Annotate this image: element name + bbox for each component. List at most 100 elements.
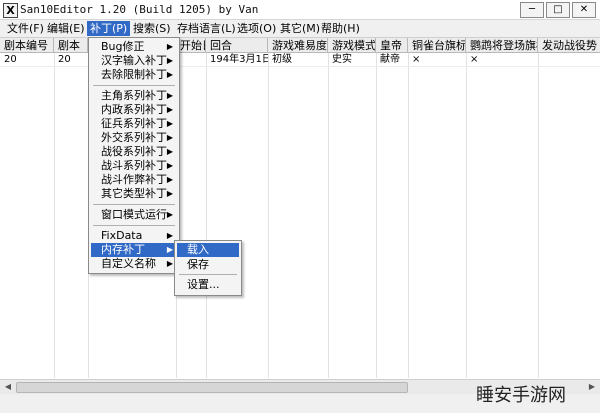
submenu-arrow-icon: ▶ — [166, 161, 173, 170]
app-icon: X — [3, 3, 18, 18]
title-bar: X San10Editor 1.20 (Build 1205) by Van ─… — [0, 0, 600, 20]
grid-line — [376, 53, 377, 378]
menu-item-chinese-input[interactable]: 汉字输入补丁 ▶ — [91, 54, 177, 68]
menu-item-label: 汉字输入补丁 — [101, 54, 167, 67]
menu-patch[interactable]: 补丁(P) — [87, 21, 131, 36]
maximize-button[interactable]: □ — [546, 2, 570, 18]
menu-search[interactable]: 搜索(S) — [130, 21, 174, 36]
minimize-icon: ─ — [528, 4, 536, 15]
grid-line — [54, 53, 55, 378]
menu-item-label: Bug修正 — [101, 40, 145, 53]
table-cell[interactable]: 献帝 — [376, 53, 408, 66]
submenu-arrow-icon: ▶ — [166, 245, 173, 254]
menu-item-label: FixData — [101, 229, 143, 242]
menu-bar: 文件(F) 编辑(E) 补丁(P) 搜索(S) 存档语言(L) 选项(O) 其它… — [0, 20, 600, 38]
site-watermark: 睡安手游网 — [476, 381, 596, 409]
table-cell[interactable]: 史实 — [328, 53, 376, 66]
grid-line — [206, 53, 207, 378]
menu-save-language[interactable]: 存档语言(L) — [174, 21, 239, 36]
menu-item-label: 战斗系列补丁 — [101, 159, 167, 172]
menu-item-custom-names[interactable]: 自定义名称 ▶ — [91, 257, 177, 271]
watermark-text: 睡安手游网 — [476, 385, 566, 406]
table-cell[interactable]: 20 — [54, 53, 88, 66]
menu-item-label: 内存补丁 — [101, 243, 145, 256]
menu-separator — [93, 204, 175, 205]
close-icon: ✕ — [579, 4, 589, 15]
minimize-button[interactable]: ─ — [520, 2, 544, 18]
grid-line — [328, 53, 329, 378]
col-header-difficulty[interactable]: 游戏难易度 — [268, 38, 328, 53]
grid-line — [538, 53, 539, 378]
menu-item-label: 窗口模式运行 — [101, 208, 167, 221]
col-header-round[interactable]: 回合 — [206, 38, 268, 53]
table-cell[interactable]: × — [466, 53, 538, 66]
menu-item-battle-cheat[interactable]: 战斗作弊补丁 ▶ — [91, 173, 177, 187]
col-header-scenario-id[interactable]: 剧本编号 — [0, 38, 54, 53]
menu-item-label: 去除限制补丁 — [101, 68, 167, 81]
window-title: San10Editor 1.20 (Build 1205) by Van — [20, 3, 259, 16]
submenu-arrow-icon: ▶ — [166, 175, 173, 184]
menu-item-conscription[interactable]: 征兵系列补丁 ▶ — [91, 117, 177, 131]
submenu-arrow-icon: ▶ — [166, 91, 173, 100]
scrollbar-thumb[interactable] — [16, 382, 408, 393]
submenu-arrow-icon: ▶ — [166, 42, 173, 51]
memory-patch-submenu: 载入 保存 设置... — [174, 240, 242, 296]
close-button[interactable]: ✕ — [572, 2, 596, 18]
menu-separator — [179, 274, 237, 275]
menu-item-label: 主角系列补丁 — [101, 89, 167, 102]
submenu-arrow-icon: ▶ — [166, 119, 173, 128]
col-header-officer-flag[interactable]: 鹦鹉将登场旗标 — [466, 38, 538, 53]
maximize-icon: □ — [553, 4, 563, 15]
menu-help[interactable]: 帮助(H) — [318, 21, 363, 36]
menu-item-remove-limits[interactable]: 去除限制补丁 ▶ — [91, 68, 177, 82]
table-cell[interactable]: × — [408, 53, 466, 66]
menu-item-protagonist[interactable]: 主角系列补丁 ▶ — [91, 89, 177, 103]
submenu-arrow-icon: ▶ — [166, 56, 173, 65]
menu-item-other-types[interactable]: 其它类型补丁 ▶ — [91, 187, 177, 201]
table-cell[interactable]: 初级 — [268, 53, 328, 66]
menu-item-campaign[interactable]: 战役系列补丁 ▶ — [91, 145, 177, 159]
patch-menu: Bug修正 ▶ 汉字输入补丁 ▶ 去除限制补丁 ▶ 主角系列补丁 ▶ 内政系列补… — [88, 37, 180, 274]
menu-item-diplomacy[interactable]: 外交系列补丁 ▶ — [91, 131, 177, 145]
submenu-arrow-icon: ▶ — [166, 133, 173, 142]
menu-item-label: 自定义名称 — [101, 257, 156, 270]
menu-edit[interactable]: 编辑(E) — [44, 21, 88, 36]
menu-file[interactable]: 文件(F) — [4, 21, 47, 36]
menu-item-save[interactable]: 保存 — [177, 258, 239, 272]
menu-item-window-mode[interactable]: 窗口模式运行 ▶ — [91, 208, 177, 222]
scroll-left-icon[interactable]: ◀ — [1, 381, 15, 393]
table-cell[interactable]: 194年3月1日 — [206, 53, 268, 66]
submenu-arrow-icon: ▶ — [166, 231, 173, 240]
table-cell[interactable]: 20 — [0, 53, 54, 66]
col-header-scenario[interactable]: 剧本 — [54, 38, 88, 53]
menu-item-settings[interactable]: 设置... — [177, 278, 239, 292]
grid-line — [466, 53, 467, 378]
submenu-arrow-icon: ▶ — [166, 147, 173, 156]
menu-item-label: 征兵系列补丁 — [101, 117, 167, 130]
menu-item-load[interactable]: 载入 — [177, 243, 239, 257]
menu-separator — [93, 225, 175, 226]
menu-item-memory-patch[interactable]: 内存补丁 ▶ — [91, 243, 177, 257]
submenu-arrow-icon: ▶ — [166, 210, 173, 219]
menu-item-label: 战斗作弊补丁 — [101, 173, 167, 186]
submenu-arrow-icon: ▶ — [166, 105, 173, 114]
menu-item-bug-fix[interactable]: Bug修正 ▶ — [91, 40, 177, 54]
menu-item-fixdata[interactable]: FixData ▶ — [91, 229, 177, 243]
submenu-arrow-icon: ▶ — [166, 70, 173, 79]
menu-item-label: 外交系列补丁 — [101, 131, 167, 144]
menu-item-battle[interactable]: 战斗系列补丁 ▶ — [91, 159, 177, 173]
col-header-game-mode[interactable]: 游戏模式 — [328, 38, 376, 53]
grid-line — [268, 53, 269, 378]
col-header-campaign[interactable]: 发动战役势 — [538, 38, 600, 53]
menu-other[interactable]: 其它(M) — [277, 21, 323, 36]
menu-separator — [93, 85, 175, 86]
col-header-bronze-flag[interactable]: 铜雀台旗标 — [408, 38, 466, 53]
menu-item-domestic[interactable]: 内政系列补丁 ▶ — [91, 103, 177, 117]
submenu-arrow-icon: ▶ — [166, 259, 173, 268]
col-header-start-day[interactable]: 开始日 — [176, 38, 206, 53]
submenu-arrow-icon: ▶ — [166, 189, 173, 198]
menu-options[interactable]: 选项(O) — [234, 21, 279, 36]
col-header-emperor[interactable]: 皇帝 — [376, 38, 408, 53]
menu-item-label: 内政系列补丁 — [101, 103, 167, 116]
menu-item-label: 其它类型补丁 — [101, 187, 167, 200]
